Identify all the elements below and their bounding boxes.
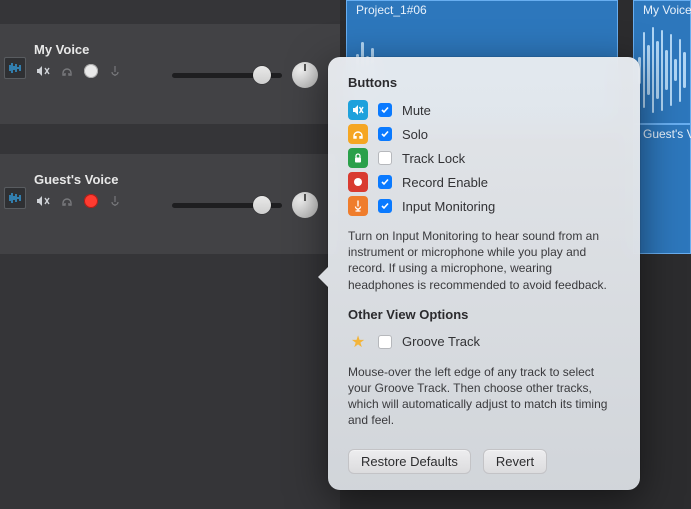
volume-slider[interactable]	[172, 73, 282, 78]
track-controls	[172, 190, 318, 220]
track-name: Guest's Voice	[34, 172, 340, 187]
solo-button[interactable]	[58, 63, 76, 79]
option-row-record-enable: Record Enable	[348, 170, 620, 194]
option-label: Record Enable	[402, 175, 488, 190]
buttons-option-list: Mute Solo Track Lock Record Enable	[348, 98, 620, 218]
checkbox[interactable]	[378, 127, 392, 141]
input-monitoring-button[interactable]	[106, 63, 124, 79]
clip-label: Guest's Vo	[643, 127, 691, 141]
mute-button[interactable]	[34, 63, 52, 79]
audio-clip[interactable]: My Voice#	[633, 0, 691, 124]
hint-text: Mouse-over the left edge of any track to…	[348, 364, 620, 429]
track-name: My Voice	[34, 42, 340, 57]
checkbox[interactable]	[378, 335, 392, 349]
checkbox[interactable]	[378, 151, 392, 165]
revert-button[interactable]: Revert	[483, 449, 547, 474]
checkbox[interactable]	[378, 199, 392, 213]
record-enable-button[interactable]	[82, 63, 100, 79]
option-label: Groove Track	[402, 334, 480, 349]
clip-label: Project_1#06	[356, 3, 427, 17]
mute-icon	[348, 100, 368, 120]
lock-icon	[348, 148, 368, 168]
section-title: Other View Options	[348, 307, 620, 322]
checkbox[interactable]	[378, 103, 392, 117]
clip-label: My Voice#	[643, 3, 691, 17]
track-controls	[172, 60, 318, 90]
hint-text: Turn on Input Monitoring to hear sound f…	[348, 228, 620, 293]
section-title: Buttons	[348, 75, 620, 90]
option-row-groove-track: ★ Groove Track	[348, 330, 620, 354]
pan-knob[interactable]	[292, 62, 318, 88]
restore-defaults-button[interactable]: Restore Defaults	[348, 449, 471, 474]
record-enable-button[interactable]	[82, 193, 100, 209]
option-row-track-lock: Track Lock	[348, 146, 620, 170]
input-monitoring-icon	[348, 196, 368, 216]
record-icon	[348, 172, 368, 192]
option-row-input-monitoring: Input Monitoring	[348, 194, 620, 218]
pan-knob[interactable]	[292, 192, 318, 218]
headphones-icon	[348, 124, 368, 144]
track-header-options-popover: Buttons Mute Solo Track Lock	[328, 57, 640, 490]
input-monitoring-button[interactable]	[106, 193, 124, 209]
waveform-icon	[4, 187, 26, 209]
option-label: Input Monitoring	[402, 199, 495, 214]
checkbox[interactable]	[378, 175, 392, 189]
option-row-solo: Solo	[348, 122, 620, 146]
audio-clip[interactable]: Guest's Vo	[633, 124, 691, 254]
solo-button[interactable]	[58, 193, 76, 209]
option-label: Solo	[402, 127, 428, 142]
option-label: Mute	[402, 103, 431, 118]
option-row-mute: Mute	[348, 98, 620, 122]
mute-button[interactable]	[34, 193, 52, 209]
waveform-icon	[4, 57, 26, 79]
star-icon: ★	[348, 332, 368, 352]
option-label: Track Lock	[402, 151, 465, 166]
volume-slider[interactable]	[172, 203, 282, 208]
